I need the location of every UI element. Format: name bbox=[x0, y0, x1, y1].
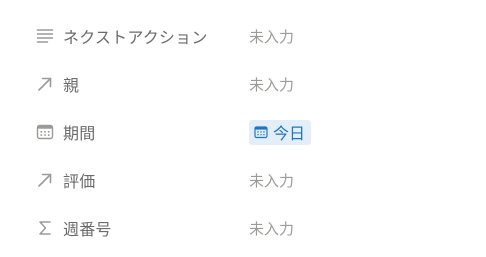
property-name-evaluation[interactable]: 評価 bbox=[30, 156, 230, 204]
sigma-icon bbox=[35, 218, 55, 238]
property-name-parent[interactable]: 親 bbox=[30, 60, 230, 108]
property-row-week-number: 週番号 未入力 bbox=[0, 204, 486, 252]
property-name-period[interactable]: 期間 bbox=[30, 108, 230, 156]
property-label: 親 bbox=[63, 76, 80, 95]
date-chip[interactable]: 今日 bbox=[249, 119, 312, 145]
empty-value-text: 未入力 bbox=[249, 171, 295, 190]
calendar-icon bbox=[35, 122, 55, 142]
property-row-next-action: ネクストアクション 未入力 bbox=[0, 12, 486, 60]
property-value-parent[interactable]: 未入力 bbox=[249, 60, 294, 108]
property-label: 期間 bbox=[63, 124, 96, 143]
calendar-icon bbox=[254, 125, 268, 139]
property-name-next-action[interactable]: ネクストアクション bbox=[30, 12, 230, 60]
relation-arrow-icon bbox=[35, 170, 55, 190]
property-label: 週番号 bbox=[63, 220, 112, 239]
property-row-parent: 親 未入力 bbox=[0, 60, 486, 108]
property-list: ネクストアクション 未入力 親 未入力 期間 今日 評価 未入力 週番号 未入力 bbox=[0, 12, 486, 252]
empty-value-text: 未入力 bbox=[249, 75, 295, 94]
property-label: ネクストアクション bbox=[63, 28, 208, 47]
property-value-next-action[interactable]: 未入力 bbox=[249, 12, 294, 60]
text-lines-icon bbox=[35, 26, 55, 46]
property-name-week-number[interactable]: 週番号 bbox=[30, 204, 230, 252]
relation-arrow-icon bbox=[35, 74, 55, 94]
property-row-evaluation: 評価 未入力 bbox=[0, 156, 486, 204]
property-row-period: 期間 今日 bbox=[0, 108, 486, 156]
empty-value-text: 未入力 bbox=[249, 27, 295, 46]
property-label: 評価 bbox=[63, 172, 96, 191]
property-value-period[interactable]: 今日 bbox=[249, 108, 312, 156]
date-chip-text: 今日 bbox=[273, 124, 306, 143]
property-value-evaluation[interactable]: 未入力 bbox=[249, 156, 294, 204]
property-value-week-number[interactable]: 未入力 bbox=[249, 204, 294, 252]
empty-value-text: 未入力 bbox=[249, 219, 295, 238]
